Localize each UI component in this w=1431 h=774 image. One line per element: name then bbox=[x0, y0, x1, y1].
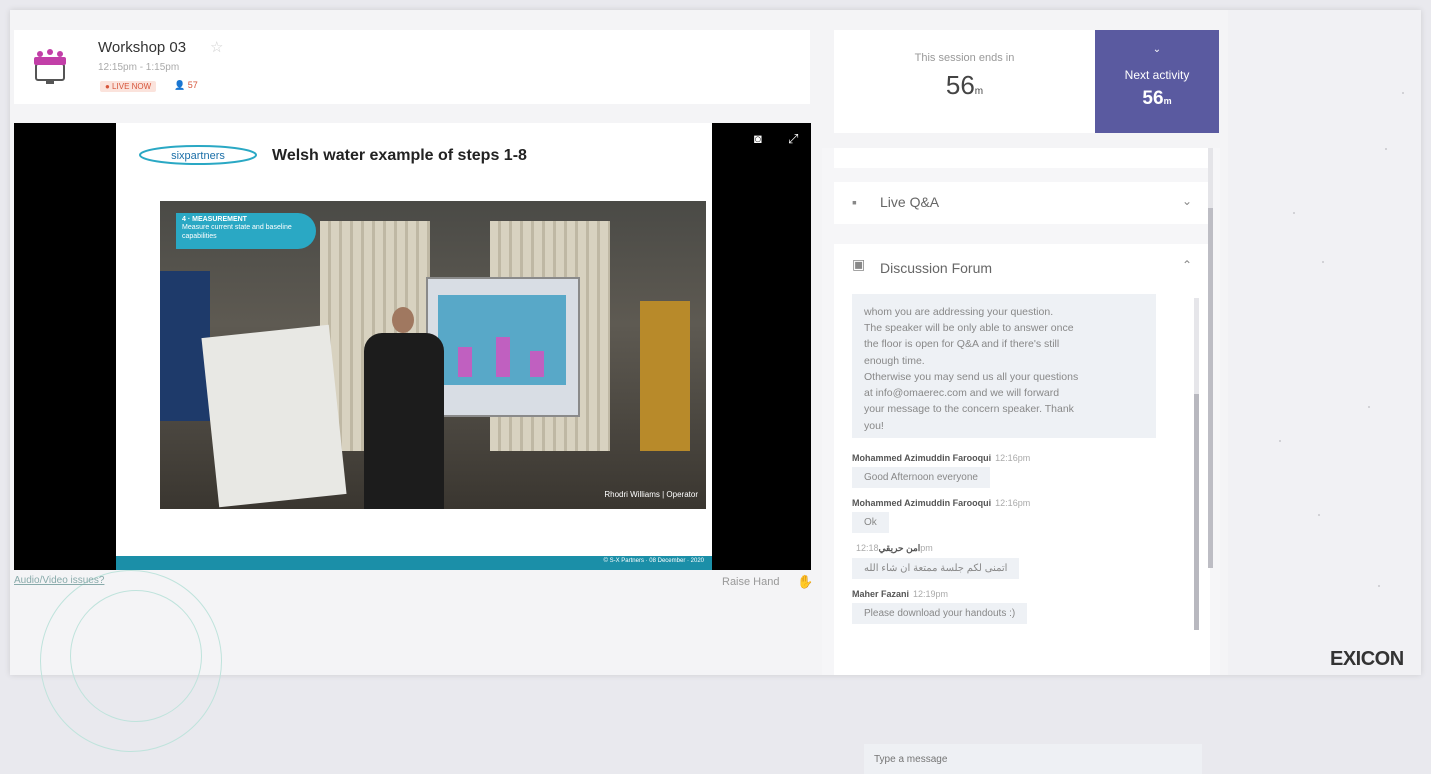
screen-bar bbox=[496, 337, 510, 377]
forum-icon: ▣ bbox=[852, 256, 866, 272]
message-sender: Mohammed Azimuddin Farooqui 12:16pm bbox=[852, 453, 1188, 463]
message-sender: Mohammed Azimuddin Farooqui 12:16pm bbox=[852, 498, 1188, 508]
message-line: The speaker will be only able to answer … bbox=[864, 322, 1074, 335]
presentation-slide: sixpartners Welsh water example of steps… bbox=[116, 123, 712, 570]
favorite-star-icon[interactable]: ☆ bbox=[210, 38, 223, 56]
sidebar-scrollbar-thumb[interactable] bbox=[1208, 208, 1213, 568]
sender-name: امن حريقي bbox=[878, 543, 921, 553]
decorative-dot bbox=[1322, 261, 1324, 263]
timer-label: This session ends in bbox=[914, 52, 1015, 64]
message-input[interactable] bbox=[864, 744, 1202, 774]
decorative-swirl bbox=[70, 590, 202, 722]
message-bubble: اتمنى لكم جلسة ممتعة ان شاء الله bbox=[852, 558, 1020, 579]
sidebar: ▪ Live Q&A ⌄ ▣ Discussion Forum ⌃ whom y… bbox=[822, 148, 1220, 774]
next-activity-button[interactable]: ⌄ Next activity 56m bbox=[1095, 30, 1219, 133]
fullscreen-icon[interactable]: ⤢ bbox=[788, 131, 798, 147]
message-bubble: whom you are addressing your question. Th… bbox=[852, 294, 1156, 438]
slide-title: Welsh water example of steps 1-8 bbox=[272, 147, 527, 164]
message-bubble: Good Afternoon everyone bbox=[852, 467, 990, 488]
message-time: 12:19pm bbox=[913, 589, 949, 599]
exicon-logo: EXICON bbox=[1330, 648, 1404, 670]
screen-bar bbox=[530, 351, 544, 377]
chevron-down-icon: ⌄ bbox=[1152, 44, 1162, 55]
session-title: Workshop 03 bbox=[98, 39, 187, 56]
decorative-dot bbox=[1279, 440, 1281, 442]
person-icon: 👤 bbox=[174, 80, 186, 90]
raise-hand-icon[interactable]: ✋ bbox=[797, 574, 813, 590]
conference-room-icon bbox=[34, 49, 66, 84]
session-timer: This session ends in 56m bbox=[834, 30, 1095, 133]
timer-value: 56m bbox=[945, 70, 984, 100]
chevron-up-icon[interactable]: ⌃ bbox=[1182, 258, 1192, 272]
message-line: Otherwise you may send us all your quest… bbox=[864, 370, 1079, 383]
decorative-dot bbox=[1318, 514, 1320, 516]
message-sender: امن حريقي12:18pm bbox=[852, 543, 1188, 554]
session-time: 12:15pm - 1:15pm bbox=[98, 62, 180, 73]
slide-footer-text: © S-X Partners · 08 December · 2020 bbox=[603, 558, 704, 564]
attendee-count: 👤 57 bbox=[174, 80, 198, 91]
step-tag: 4 · MEASUREMENT Measure current state an… bbox=[176, 213, 316, 249]
live-now-badge: ● LIVE NOW bbox=[100, 81, 157, 92]
attendee-count-value: 57 bbox=[187, 80, 198, 90]
chat-bubble-icon: ▪ bbox=[852, 194, 857, 210]
message-bubble: Ok bbox=[852, 512, 889, 533]
discussion-forum-title: Discussion Forum bbox=[880, 260, 993, 276]
chevron-down-icon[interactable]: ⌄ bbox=[1182, 194, 1192, 208]
flipchart bbox=[201, 324, 347, 508]
workshop-photo: 4 · MEASUREMENT Measure current state an… bbox=[160, 201, 706, 509]
sender-name: Mohammed Azimuddin Farooqui bbox=[852, 498, 992, 508]
collapsed-panel[interactable] bbox=[834, 148, 1210, 168]
message-bubble: Please download your handouts :) bbox=[852, 603, 1028, 624]
message-line: the floor is open for Q&A and if there's… bbox=[864, 338, 1060, 351]
presenter-body bbox=[364, 333, 444, 509]
message-list[interactable]: whom you are addressing your question. Th… bbox=[852, 294, 1188, 624]
decorative-dot bbox=[1385, 148, 1387, 150]
live-qa-panel[interactable]: ▪ Live Q&A ⌄ bbox=[834, 182, 1210, 224]
projector-screen bbox=[426, 277, 580, 417]
audio-video-issues-link[interactable]: Audio/Video issues? bbox=[14, 575, 104, 586]
screen-bar bbox=[458, 347, 472, 377]
decorative-dot bbox=[1378, 585, 1380, 587]
presenter-head bbox=[392, 307, 414, 333]
message-sender: Maher Fazani 12:19pm bbox=[852, 589, 1188, 599]
message-line: enough time. bbox=[864, 354, 925, 367]
message-time: 12:16pm bbox=[995, 498, 1031, 508]
discussion-forum-panel: ▣ Discussion Forum ⌃ whom you are addres… bbox=[834, 244, 1210, 774]
door bbox=[640, 301, 690, 451]
session-header: Workshop 03 ☆ 12:15pm - 1:15pm ● LIVE NO… bbox=[14, 30, 810, 104]
raise-hand-label[interactable]: Raise Hand bbox=[722, 576, 779, 588]
live-qa-title: Live Q&A bbox=[880, 194, 940, 210]
presenter-caption: Rhodri Williams | Operator bbox=[604, 490, 698, 499]
message-line: at info@omaerec.com and we will forward bbox=[864, 387, 1060, 400]
sixpartners-logo: sixpartners bbox=[139, 145, 257, 165]
message-time: 12:16pm bbox=[995, 453, 1031, 463]
message-line: whom you are addressing your question. bbox=[864, 305, 1054, 318]
video-player[interactable]: sixpartners Welsh water example of steps… bbox=[14, 123, 811, 570]
decorative-dot bbox=[1368, 406, 1370, 408]
message-line: you! bbox=[864, 419, 884, 432]
slide-footer: © S-X Partners · 08 December · 2020 bbox=[116, 556, 712, 570]
decorative-dot bbox=[1293, 212, 1295, 214]
message-input-box[interactable] bbox=[864, 744, 1202, 774]
message-scrollbar-thumb[interactable] bbox=[1194, 394, 1199, 630]
decorative-dot bbox=[1402, 92, 1404, 94]
svg-text:sixpartners: sixpartners bbox=[171, 150, 225, 162]
sender-name: Maher Fazani bbox=[852, 589, 910, 599]
message-line: your message to the concern speaker. Tha… bbox=[864, 403, 1074, 416]
picture-in-picture-icon[interactable]: ◙ bbox=[754, 131, 762, 146]
next-activity-value: 56m bbox=[1142, 88, 1172, 109]
next-activity-label: Next activity bbox=[1124, 68, 1190, 82]
sender-name: Mohammed Azimuddin Farooqui bbox=[852, 453, 992, 463]
right-background bbox=[1228, 10, 1421, 675]
